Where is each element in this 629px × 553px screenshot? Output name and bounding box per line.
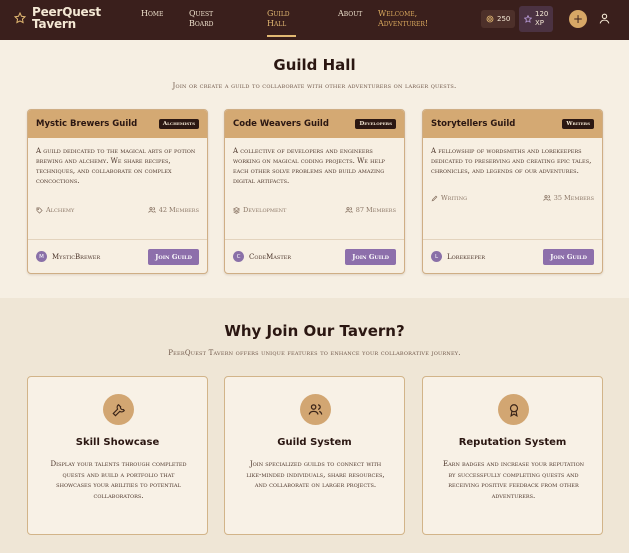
guild-name: Mystic Brewers Guild — [36, 119, 138, 129]
guild-card-mystic-brewers: Mystic Brewers Guild Alchemists A guild … — [27, 109, 208, 274]
feature-title: Reputation System — [458, 437, 567, 448]
xp-balance: 120 XP — [519, 6, 554, 32]
xp-count: 120 XP — [535, 10, 549, 27]
guild-members: 42 Members — [147, 206, 199, 214]
layers-icon — [233, 206, 240, 214]
guild-card-header: Code Weavers Guild Developers — [225, 110, 404, 138]
feature-description: Join specialized guilds to connect with … — [246, 460, 385, 489]
leader-name: Lorekeeper — [447, 252, 485, 261]
feature-card-guild-system: Guild System Join specialized guilds to … — [224, 376, 405, 535]
avatar: L — [431, 251, 442, 262]
guild-members: 35 Members — [542, 194, 594, 202]
why-join-subtitle: PeerQuest Tavern offers unique features … — [168, 349, 461, 357]
guild-card-code-weavers: Code Weavers Guild Developers A collecti… — [224, 109, 405, 274]
feature-title: Guild System — [277, 437, 352, 448]
wrench-icon — [103, 394, 134, 425]
user-profile-icon[interactable] — [598, 12, 611, 25]
nav-link-about[interactable]: About — [338, 9, 362, 19]
guild-card-footer: M MysticBrewer Join Guild — [28, 239, 207, 273]
join-guild-button[interactable]: Join Guild — [148, 248, 199, 265]
tag-icon — [36, 207, 43, 214]
guild-card-footer: C CodeMaster Join Guild — [225, 239, 404, 273]
brand-name: PeerQuest Tavern — [32, 5, 101, 31]
award-icon — [498, 394, 529, 425]
users-icon — [147, 207, 156, 213]
nav-link-quest-board[interactable]: Quest Board — [189, 9, 213, 29]
guild-description: A collective of developers and engineers… — [233, 147, 385, 185]
guild-description: A fellowship of wordsmiths and lorekeepe… — [431, 147, 592, 175]
guild-leader: C CodeMaster — [233, 251, 291, 262]
why-join-title: Why Join Our Tavern? — [224, 322, 405, 340]
nav-link-home[interactable]: Home — [141, 9, 163, 19]
guild-meta: Development 87 Members — [225, 206, 404, 214]
guild-tag: Developers — [355, 119, 396, 129]
guild-meta: Alchemy 42 Members — [28, 206, 207, 214]
guild-category: Development — [233, 206, 286, 214]
leader-name: MysticBrewer — [52, 252, 101, 261]
star-icon — [14, 12, 26, 24]
feature-description: Display your talents through completed q… — [50, 460, 187, 500]
guild-name: Code Weavers Guild — [233, 119, 329, 129]
guild-hall-title: Guild Hall — [273, 56, 356, 74]
feature-title: Skill Showcase — [75, 437, 160, 448]
guild-category: Alchemy — [36, 206, 74, 214]
users-icon — [344, 207, 353, 213]
add-label: + — [572, 12, 584, 26]
feature-card-skill-showcase: Skill Showcase Display your talents thro… — [27, 376, 208, 535]
coin-icon — [486, 15, 494, 23]
coin-balance: 250 — [481, 10, 516, 28]
guild-members: 87 Members — [344, 206, 396, 214]
guild-card-storytellers: Storytellers Guild Writers A fellowship … — [422, 109, 603, 274]
leader-name: CodeMaster — [249, 252, 292, 261]
guild-meta: Writing 35 Members — [423, 194, 602, 202]
add-button[interactable]: + — [569, 10, 587, 28]
join-guild-button[interactable]: Join Guild — [543, 248, 594, 265]
users-icon — [542, 195, 551, 201]
guild-category: Writing — [431, 194, 467, 202]
welcome-message: Welcome, Adventurer! — [378, 9, 429, 28]
feature-description: Earn badges and increase your reputation… — [442, 460, 585, 500]
pen-icon — [431, 195, 438, 201]
top-navbar: PeerQuest Tavern Home Quest Board Guild … — [0, 0, 629, 40]
guild-name: Storytellers Guild — [431, 119, 516, 129]
guild-card-header: Mystic Brewers Guild Alchemists — [28, 110, 207, 138]
avatar: M — [36, 251, 47, 262]
guild-tag: Alchemists — [158, 119, 199, 129]
join-guild-button[interactable]: Join Guild — [345, 248, 396, 265]
guild-card-header: Storytellers Guild Writers — [423, 110, 602, 138]
users-icon — [300, 394, 331, 425]
guild-leader: L Lorekeeper — [431, 251, 485, 262]
guild-tag: Writers — [562, 119, 594, 129]
brand-logo[interactable]: PeerQuest Tavern — [14, 6, 110, 30]
guild-leader: M MysticBrewer — [36, 251, 100, 262]
coin-count: 250 — [497, 15, 511, 23]
avatar: C — [233, 251, 244, 262]
guild-description: A guild dedicated to the magical arts of… — [36, 147, 196, 185]
xp-star-icon — [524, 15, 532, 23]
nav-link-guild-hall[interactable]: Guild Hall — [267, 9, 296, 37]
guild-card-footer: L Lorekeeper Join Guild — [423, 239, 602, 273]
feature-card-reputation-system: Reputation System Earn badges and increa… — [422, 376, 603, 535]
guild-hall-subtitle: Join or create a guild to collaborate wi… — [172, 82, 457, 90]
